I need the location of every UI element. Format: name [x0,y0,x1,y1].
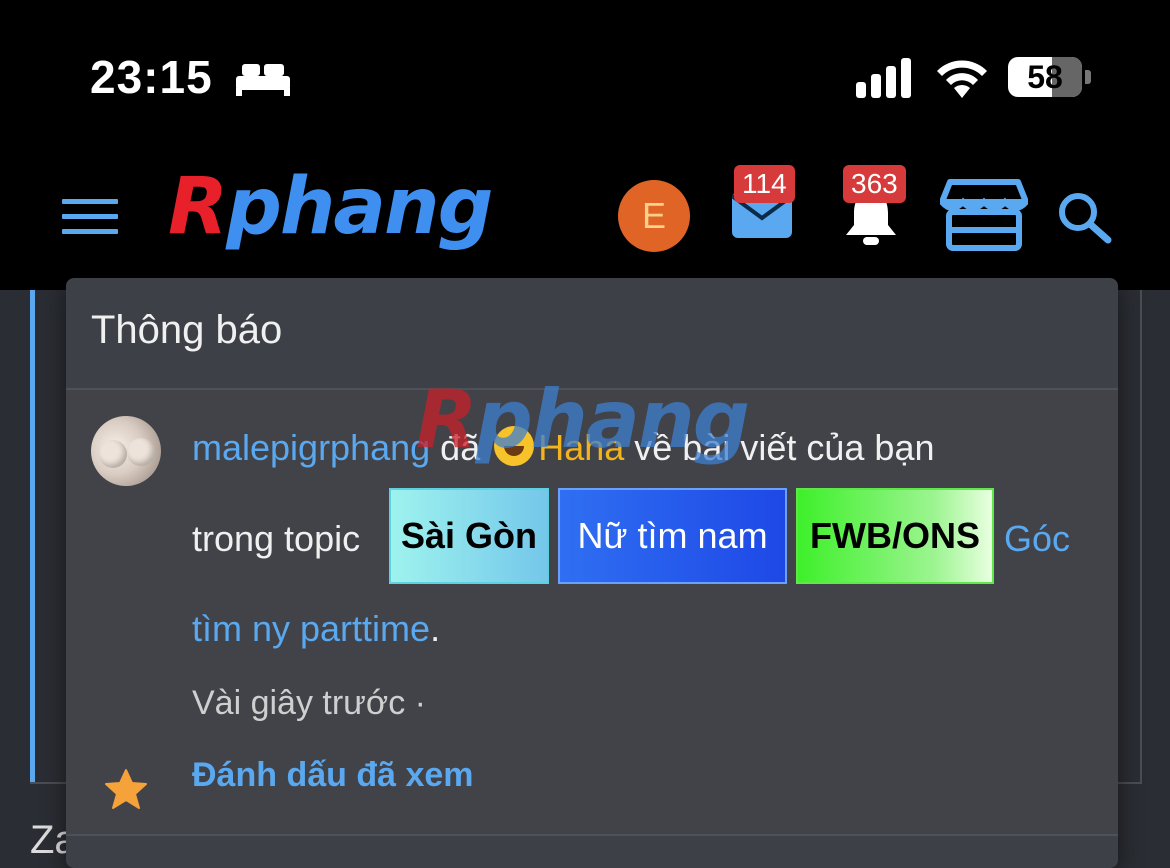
watermark-logo: Rphang [416,380,750,460]
battery-icon: 58 [1008,57,1082,97]
menu-icon[interactable] [62,199,118,235]
tag-fwb-ons[interactable]: FWB/ONS [796,488,994,584]
topic-link-start[interactable]: Góc [1004,518,1070,560]
signal-icon [856,58,911,98]
notifier-avatar[interactable] [91,416,161,486]
notification-text-line-3: tìm ny parttime. [192,608,440,650]
tag-sai-gon[interactable]: Sài Gòn [389,488,549,584]
period: . [430,608,441,649]
divider [66,834,1118,836]
battery-level: 58 [1027,59,1063,95]
logo-word: phang [226,162,493,252]
bed-icon [236,64,290,96]
timestamp: Vài giây trước · [192,684,426,722]
notifications-dropdown: Thông báo malepigrphang đã Haha về bài v… [66,278,1118,868]
search-icon[interactable] [1056,190,1114,244]
store-icon[interactable] [940,178,1028,252]
watermark-letter: R [416,373,478,466]
star-icon[interactable] [104,768,148,810]
username-link[interactable]: malepigrphang [192,427,430,468]
wifi-icon [937,60,987,98]
user-avatar-button[interactable]: E [618,180,690,252]
site-logo[interactable]: Rphang [168,168,493,246]
panel-title: Thông báo [91,308,283,352]
topic-link-end[interactable]: tìm ny parttime [192,608,430,649]
status-bar: 23:15 58 [0,0,1170,150]
mail-count-badge[interactable]: 114 [734,165,795,203]
mark-as-read-button[interactable]: Đánh dấu đã xem [192,756,474,795]
in-topic-text: trong topic [192,518,361,559]
clock: 23:15 [90,51,213,103]
tag-nu-tim-nam[interactable]: Nữ tìm nam [558,488,787,584]
logo-letter: R [168,162,228,252]
notification-count-badge[interactable]: 363 [843,165,906,203]
watermark-word: phang [475,373,750,466]
background-quote-bar [30,290,35,782]
battery-tip [1085,70,1091,84]
